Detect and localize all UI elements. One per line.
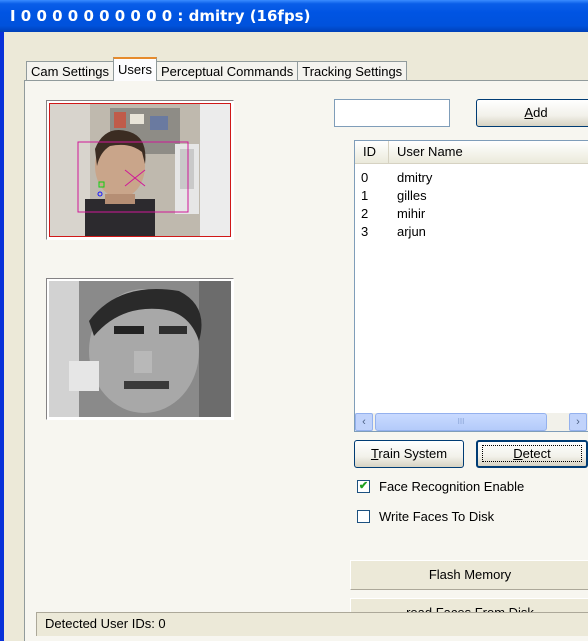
tab-tracking-settings[interactable]: Tracking Settings <box>297 61 408 81</box>
title-bar[interactable]: I 0 0 0 0 0 0 0 0 0 0 : dmitry (16fps) <box>0 0 588 32</box>
user-name: dmitry <box>397 170 433 185</box>
app-window: I 0 0 0 0 0 0 0 0 0 0 : dmitry (16fps) C… <box>0 0 588 641</box>
flash-memory-button[interactable]: Flash Memory <box>350 560 588 590</box>
write-faces-checkmark[interactable] <box>357 510 370 523</box>
add-label: dd <box>533 105 548 120</box>
user-name: mihir <box>397 206 426 221</box>
horizontal-scrollbar[interactable]: ‹ III › <box>355 413 588 431</box>
detect-focus: Detect <box>482 445 582 462</box>
tab-users[interactable]: Users <box>113 57 157 81</box>
train-label: rain System <box>378 446 448 461</box>
face-crop-svg <box>49 281 231 417</box>
user-row[interactable]: 3 arjun <box>355 223 588 241</box>
face-crop-image <box>49 281 231 417</box>
user-row[interactable]: 1 gilles <box>355 187 588 205</box>
user-id: 2 <box>361 206 369 221</box>
tab-strip: Cam Settings Users Perceptual Commands T… <box>26 57 408 81</box>
face-recognition-label: Face Recognition Enable <box>379 479 525 494</box>
window-border <box>0 32 4 641</box>
detect-label: etect <box>522 446 551 461</box>
column-header-id[interactable]: ID <box>355 141 389 163</box>
column-header-user-name[interactable]: User Name <box>389 141 588 163</box>
status-bar: Detected User IDs: 0 <box>36 612 588 636</box>
user-name: arjun <box>397 224 426 239</box>
face-recognition-checkmark[interactable]: ✔ <box>357 480 370 493</box>
user-id: 0 <box>361 170 369 185</box>
tab-perceptual-commands[interactable]: Perceptual Commands <box>156 61 299 81</box>
user-row[interactable]: 0 dmitry <box>355 169 588 187</box>
train-system-button[interactable]: Train System <box>354 440 464 468</box>
user-row[interactable]: 2 mihir <box>355 205 588 223</box>
scroll-right-icon[interactable]: › <box>569 413 587 431</box>
status-text: Detected User IDs: 0 <box>45 616 166 631</box>
tab-cam-settings[interactable]: Cam Settings <box>26 61 115 81</box>
detect-button[interactable]: Detect <box>476 440 588 468</box>
camera-preview-image <box>49 103 231 237</box>
user-list[interactable]: ID User Name 0 dmitry 1 gilles 2 mihir 3… <box>354 140 588 432</box>
add-mnemonic: A <box>524 105 534 120</box>
face-crop-frame <box>46 278 234 420</box>
window-title: I 0 0 0 0 0 0 0 0 0 0 : dmitry (16fps) <box>10 7 311 25</box>
user-name-input[interactable] <box>334 99 450 127</box>
camera-preview-frame <box>46 100 234 240</box>
user-list-header: ID User Name <box>355 141 588 164</box>
camera-preview-svg <box>50 104 230 236</box>
user-id: 3 <box>361 224 369 239</box>
add-button[interactable]: Add <box>476 99 588 127</box>
scroll-left-icon[interactable]: ‹ <box>355 413 373 431</box>
user-id: 1 <box>361 188 369 203</box>
write-faces-label: Write Faces To Disk <box>379 509 495 524</box>
scroll-thumb[interactable]: III <box>375 413 547 431</box>
detect-mnemonic: D <box>513 446 523 461</box>
user-name: gilles <box>397 188 427 203</box>
